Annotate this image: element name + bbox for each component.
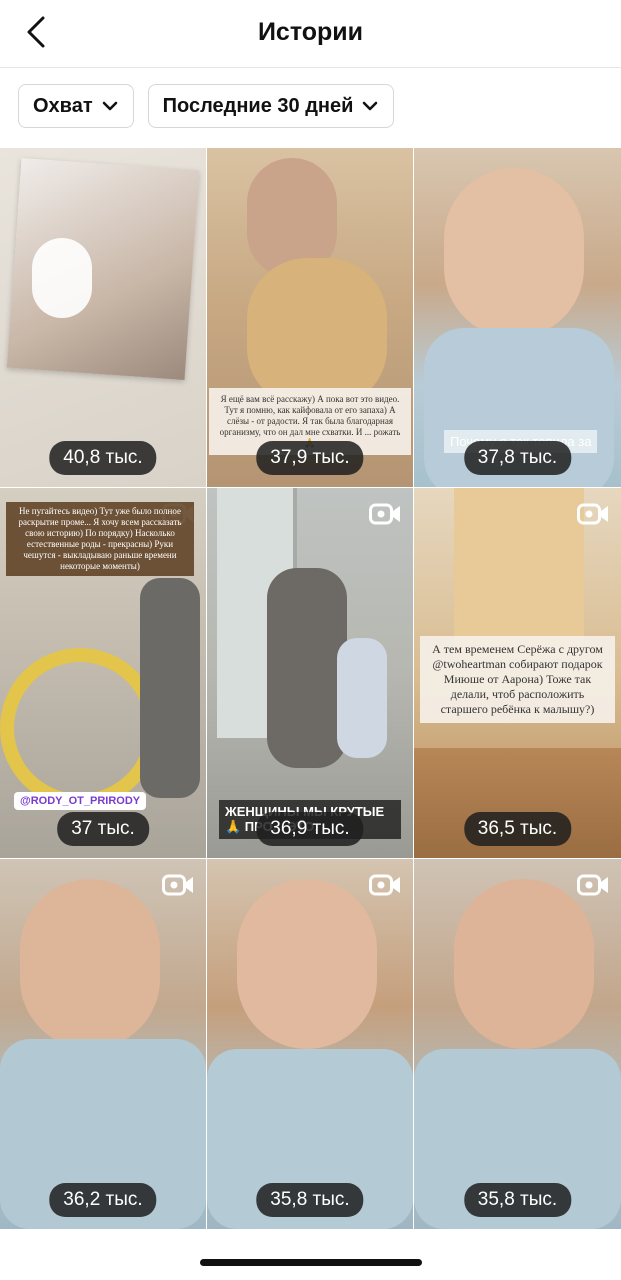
- reach-count: 37,8 тыс.: [463, 441, 572, 475]
- story-tile[interactable]: А тем временем Серёжа с другом @twoheart…: [414, 488, 621, 858]
- story-tile[interactable]: 35,8 тыс.: [414, 859, 621, 1229]
- page-title: Истории: [257, 18, 364, 46]
- home-indicator[interactable]: [200, 1259, 422, 1266]
- chevron-down-icon: [101, 97, 119, 115]
- period-dropdown-label: Последние 30 дней: [162, 94, 354, 117]
- reach-count: 36,9 тыс.: [256, 812, 364, 846]
- story-caption: А тем временем Серёжа с другом @twoheart…: [420, 636, 615, 723]
- story-thumbnail: [207, 859, 413, 1229]
- chevron-down-icon: [361, 97, 379, 115]
- reach-count: 35,8 тыс.: [256, 1183, 364, 1217]
- story-tile[interactable]: Почему я так топила за 37,8 тыс.: [414, 148, 621, 487]
- period-dropdown[interactable]: Последние 30 дней: [147, 84, 395, 128]
- stories-grid: 40,8 тыс. Я ещё вам всё расскажу) А пока…: [0, 148, 621, 1229]
- reach-count: 40,8 тыс.: [49, 441, 157, 475]
- reach-count: 36,2 тыс.: [49, 1183, 157, 1217]
- top-bar: Истории: [0, 0, 621, 68]
- reach-count: 37,9 тыс.: [256, 441, 364, 475]
- reach-count: 36,5 тыс.: [463, 812, 572, 846]
- story-thumbnail: [0, 859, 206, 1229]
- story-tile[interactable]: Не пугайтесь видео) Тут уже было полное …: [0, 488, 206, 858]
- filter-bar: Охват Последние 30 дней: [18, 84, 395, 128]
- metric-dropdown[interactable]: Охват: [18, 84, 134, 128]
- video-icon: [577, 874, 608, 896]
- story-tile[interactable]: Я ещё вам всё расскажу) А пока вот это в…: [207, 148, 413, 487]
- story-tile[interactable]: 35,8 тыс.: [207, 859, 413, 1229]
- metric-dropdown-label: Охват: [33, 94, 93, 117]
- mention-tag: @RODY_OT_PRIRODY: [14, 792, 147, 810]
- story-tile[interactable]: ЖЕНЩИНЫ МЫ КРУТЫЕ🙏 ПРО... ЭТО, 36,9 тыс.: [207, 488, 413, 858]
- story-tile[interactable]: 36,2 тыс.: [0, 859, 206, 1229]
- story-thumbnail: [414, 859, 621, 1229]
- video-icon: [369, 874, 400, 896]
- story-thumbnail: [0, 148, 206, 487]
- video-icon: [369, 503, 400, 525]
- video-icon: [162, 874, 193, 896]
- story-caption: Не пугайтесь видео) Тут уже было полное …: [6, 502, 194, 576]
- reach-count: 37 тыс.: [57, 812, 149, 846]
- video-icon: [577, 503, 608, 525]
- story-tile[interactable]: 40,8 тыс.: [0, 148, 206, 487]
- reach-count: 35,8 тыс.: [463, 1183, 572, 1217]
